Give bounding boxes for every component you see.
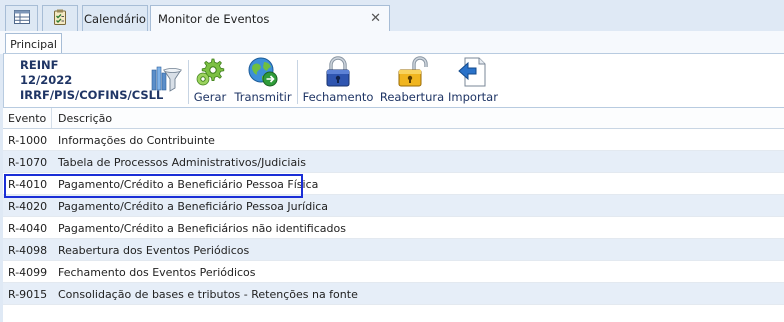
cell-descricao: Fechamento dos Eventos Periódicos [58,266,256,279]
cell-descricao: Reabertura dos Eventos Periódicos [58,244,250,257]
column-divider [51,108,52,128]
ribbon-tab-principal-label: Principal [10,38,57,51]
reabertura-button[interactable]: Reabertura [379,56,445,106]
cell-descricao: Tabela de Processos Administrativos/Judi… [58,156,306,169]
gear-icon [194,56,226,88]
ribbon-panel: REINF 12/2022 IRRF/PIS/COFINS/CSLL Gerar… [3,53,784,108]
filter-icon [149,64,183,94]
cell-evento: R-4010 [8,178,48,191]
clipboard-check-icon [53,9,67,28]
info-line-3: IRRF/PIS/COFINS/CSLL [20,88,164,102]
fechamento-label: Fechamento [302,90,374,104]
reabertura-label: Reabertura [379,90,445,104]
transmitir-button[interactable]: Transmitir [234,56,292,106]
cell-descricao: Pagamento/Crédito a Beneficiários não id… [58,222,346,235]
cell-evento: R-4098 [8,244,48,257]
gerar-label: Gerar [193,90,227,104]
import-icon [457,56,489,88]
cell-evento: R-4040 [8,222,48,235]
info-line-2: 12/2022 [20,73,73,87]
filter-button[interactable] [149,64,183,114]
fechamento-button[interactable]: Fechamento [302,56,374,106]
tab-grid[interactable] [5,5,38,31]
period-info: REINF 12/2022 IRRF/PIS/COFINS/CSLL [20,58,163,103]
grid-header: Evento Descrição [3,108,784,129]
transmitir-label: Transmitir [234,90,292,104]
table-row[interactable]: R-4010 Pagamento/Crédito a Beneficiário … [3,173,784,195]
table-row[interactable]: R-1000 Informações do Contribuinte [3,129,784,151]
table-row[interactable]: R-9015 Consolidação de bases e tributos … [3,283,784,305]
cell-descricao: Consolidação de bases e tributos - Reten… [58,288,358,301]
importar-button[interactable]: Importar [448,56,498,106]
table-row[interactable]: R-4040 Pagamento/Crédito a Beneficiários… [3,217,784,239]
table-row[interactable]: R-4020 Pagamento/Crédito a Beneficiário … [3,195,784,217]
info-line-1: REINF [20,58,59,72]
lock-open-icon [396,56,428,88]
ribbon-separator [188,60,189,104]
ribbon-tab-principal[interactable]: Principal [5,33,62,55]
table-row[interactable]: R-1070 Tabela de Processos Administrativ… [3,151,784,173]
importar-label: Importar [448,90,498,104]
cell-evento: R-4099 [8,266,48,279]
cell-evento: R-4020 [8,200,48,213]
lock-closed-icon [322,56,354,88]
table-row[interactable]: R-4098 Reabertura dos Eventos Periódicos [3,239,784,261]
grid-table-icon [13,10,30,27]
gerar-button[interactable]: Gerar [194,56,226,106]
cell-evento: R-9015 [8,288,48,301]
globe-transmit-icon [247,56,279,88]
tab-calendario[interactable]: Calendário [82,5,148,31]
cell-descricao: Pagamento/Crédito a Beneficiário Pessoa … [58,200,329,213]
table-row[interactable]: R-4099 Fechamento dos Eventos Periódicos [3,261,784,283]
tab-calendario-label: Calendário [84,11,146,26]
close-icon[interactable]: ✕ [370,11,381,26]
column-header-descricao[interactable]: Descrição [58,112,112,125]
document-tab-strip: Calendário Monitor de Eventos ✕ [0,0,784,32]
column-header-evento[interactable]: Evento [8,112,46,125]
cell-descricao: Informações do Contribuinte [58,134,215,147]
events-grid: Evento Descrição R-1000 Informações do C… [3,108,784,322]
ribbon-separator [297,60,298,104]
ribbon-tab-bar: Principal [0,31,784,55]
cell-descricao: Pagamento/Crédito a Beneficiário Pessoa … [58,178,319,191]
tab-monitor-de-eventos[interactable]: Monitor de Eventos ✕ [150,5,390,32]
tab-checklist[interactable] [42,5,78,31]
cell-evento: R-1070 [8,156,48,169]
cell-evento: R-1000 [8,134,48,147]
tab-monitor-label: Monitor de Eventos [158,12,270,26]
